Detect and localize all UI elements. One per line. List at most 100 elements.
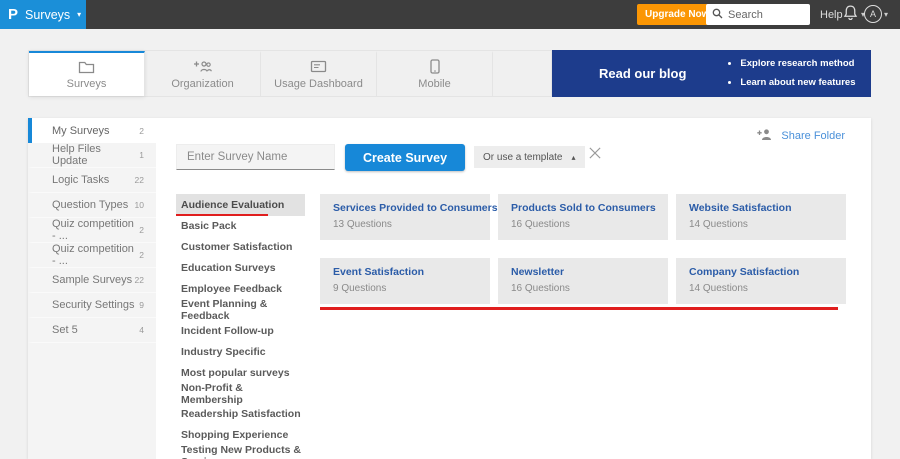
template-category-item[interactable]: Most popular surveys xyxy=(176,362,305,383)
mobile-icon xyxy=(429,59,440,74)
blog-banner-bullet: Learn about new features xyxy=(740,74,855,92)
template-card-title: Products Sold to Consumers xyxy=(511,202,656,214)
proprofs-logo-icon: P xyxy=(8,6,19,23)
sidebar-folder-item[interactable]: Security Settings 9 xyxy=(28,293,156,318)
nav-tab-label: Usage Dashboard xyxy=(274,78,363,90)
sidebar-folder-label: Help Files Update xyxy=(52,143,101,167)
template-card-question-count: 14 Questions xyxy=(689,283,748,294)
sidebar-folder-count: 9 xyxy=(139,300,144,310)
sidebar-folder-label: Quiz competition - ... xyxy=(52,218,134,242)
template-card[interactable]: Services Provided to Consumers 13 Questi… xyxy=(320,194,498,240)
nav-tab-label: Organization xyxy=(171,78,234,90)
sidebar-folder-label: My Surveys xyxy=(52,124,110,137)
template-category-label: Audience Evaluation xyxy=(181,199,285,211)
survey-name-input[interactable] xyxy=(176,144,335,170)
help-link[interactable]: Help xyxy=(820,9,843,21)
template-category-item[interactable]: Employee Feedback xyxy=(176,279,305,300)
template-category-item[interactable]: Non-Profit & Membership xyxy=(176,381,305,406)
template-category-item[interactable]: Customer Satisfaction xyxy=(176,237,305,258)
search-icon xyxy=(712,6,723,24)
sidebar-folder-label: Sample Surveys xyxy=(52,274,133,286)
sidebar-folder-count: 2 xyxy=(139,225,144,235)
content-panel: My Surveys 2 Help Files Update 1 Logic T… xyxy=(28,118,871,459)
template-card-question-count: 13 Questions xyxy=(333,219,392,230)
folders-sidebar: My Surveys 2 Help Files Update 1 Logic T… xyxy=(28,118,156,459)
sidebar-folder-label: Question Types xyxy=(52,199,129,211)
nav-tab[interactable]: Usage Dashboard xyxy=(261,51,377,96)
sidebar-folder-item[interactable]: Help Files Update 1 xyxy=(28,143,156,168)
sidebar-folder-count: 1 xyxy=(139,150,144,160)
template-category-label: Readership Satisfaction xyxy=(181,408,301,421)
template-category-label: Education Surveys xyxy=(181,262,276,275)
nav-tab[interactable]: Surveys xyxy=(29,51,145,96)
nav-tab[interactable]: Organization xyxy=(145,51,261,96)
template-card[interactable]: Products Sold to Consumers 16 Questions xyxy=(498,194,668,240)
template-category-item[interactable]: Industry Specific xyxy=(176,341,305,362)
sidebar-folder-item[interactable]: Set 5 4 xyxy=(28,318,156,343)
template-category-item[interactable]: Readership Satisfaction xyxy=(176,404,305,425)
nav-tab-label: Mobile xyxy=(418,78,451,90)
share-folder-link[interactable]: Share Folder xyxy=(757,128,845,144)
app-window: P Surveys ▾ Upgrade Now Help ▾ A ▾ Surv xyxy=(0,0,900,459)
sidebar-folder-item[interactable]: My Surveys 2 xyxy=(28,118,156,143)
add-people-icon xyxy=(193,59,212,74)
close-template-panel-button[interactable] xyxy=(588,146,602,163)
product-switcher[interactable]: P Surveys ▾ xyxy=(0,0,86,29)
template-category-item[interactable]: Shopping Experience xyxy=(176,425,305,446)
account-menu[interactable]: A ▾ xyxy=(864,5,888,23)
main-nav-tabs: Surveys Organization Usage Dashboard Mob… xyxy=(28,50,552,97)
template-category-label: Incident Follow-up xyxy=(181,324,274,337)
template-category-item[interactable]: Event Planning & Feedback xyxy=(176,298,305,323)
template-card-question-count: 16 Questions xyxy=(511,283,570,294)
sidebar-folder-count: 22 xyxy=(134,175,144,185)
blog-banner-title: Read our blog xyxy=(599,66,687,81)
template-card-title: Website Satisfaction xyxy=(689,202,792,214)
template-category-item[interactable]: Education Surveys xyxy=(176,258,305,279)
template-category-label: Most popular surveys xyxy=(181,366,290,379)
template-category-item[interactable]: Basic Pack xyxy=(176,216,305,237)
nav-tab-label: Surveys xyxy=(66,78,107,90)
sidebar-folder-count: 22 xyxy=(134,275,144,285)
template-category-label: Employee Feedback xyxy=(181,283,282,296)
use-template-dropdown[interactable]: Or use a template ▴ xyxy=(474,146,585,168)
sidebar-folder-label: Security Settings xyxy=(52,299,135,311)
template-category-label: Testing New Products & Services xyxy=(181,444,301,459)
template-card-title: Newsletter xyxy=(511,266,565,278)
template-card[interactable]: Newsletter 16 Questions xyxy=(498,258,668,304)
notifications-menu[interactable]: ▾ xyxy=(843,4,865,25)
sidebar-folder-count: 2 xyxy=(139,250,144,260)
search-box[interactable] xyxy=(706,4,810,25)
template-card[interactable]: Company Satisfaction 14 Questions xyxy=(676,258,846,304)
bell-icon xyxy=(843,4,858,25)
red-underline-annotation xyxy=(176,213,268,216)
template-card-question-count: 16 Questions xyxy=(511,219,570,230)
sidebar-folder-item[interactable]: Logic Tasks 22 xyxy=(28,168,156,193)
template-card-title: Services Provided to Consumers xyxy=(333,202,498,214)
create-survey-button[interactable]: Create Survey xyxy=(345,144,465,171)
template-category-item[interactable]: Testing New Products & Services xyxy=(176,444,305,459)
search-input[interactable] xyxy=(728,8,804,21)
sidebar-folder-item[interactable]: Sample Surveys 22 xyxy=(28,268,156,293)
template-category-label: Basic Pack xyxy=(181,220,237,233)
share-folder-label: Share Folder xyxy=(781,130,845,142)
sidebar-folder-item[interactable]: Quiz competition - ... 2 xyxy=(28,243,156,268)
template-category-item[interactable]: Incident Follow-up xyxy=(176,320,305,341)
product-name: Surveys xyxy=(25,7,71,22)
template-category-label: Event Planning & Feedback xyxy=(181,298,268,323)
avatar: A xyxy=(864,5,882,23)
sidebar-folder-item[interactable]: Question Types 10 xyxy=(28,193,156,218)
blog-banner-bullets: Explore research methodLearn about new f… xyxy=(728,55,855,91)
template-category-label: Non-Profit & Membership xyxy=(181,381,243,406)
use-template-label: Or use a template xyxy=(483,151,563,163)
template-card-title: Event Satisfaction xyxy=(333,266,425,278)
template-card-grid: Services Provided to Consumers 13 Questi… xyxy=(320,194,846,304)
template-card-question-count: 9 Questions xyxy=(333,283,387,294)
top-bar: P Surveys ▾ Upgrade Now Help ▾ A ▾ xyxy=(0,0,900,29)
blog-banner[interactable]: Read our blog Explore research methodLea… xyxy=(552,50,871,97)
sidebar-folder-item[interactable]: Quiz competition - ... 2 xyxy=(28,218,156,243)
template-card[interactable]: Event Satisfaction 9 Questions xyxy=(320,258,490,304)
sidebar-folder-label: Quiz competition - ... xyxy=(52,243,134,267)
sidebar-folder-count: 4 xyxy=(139,325,144,335)
nav-tab[interactable]: Mobile xyxy=(377,51,493,96)
template-card[interactable]: Website Satisfaction 14 Questions xyxy=(676,194,846,240)
